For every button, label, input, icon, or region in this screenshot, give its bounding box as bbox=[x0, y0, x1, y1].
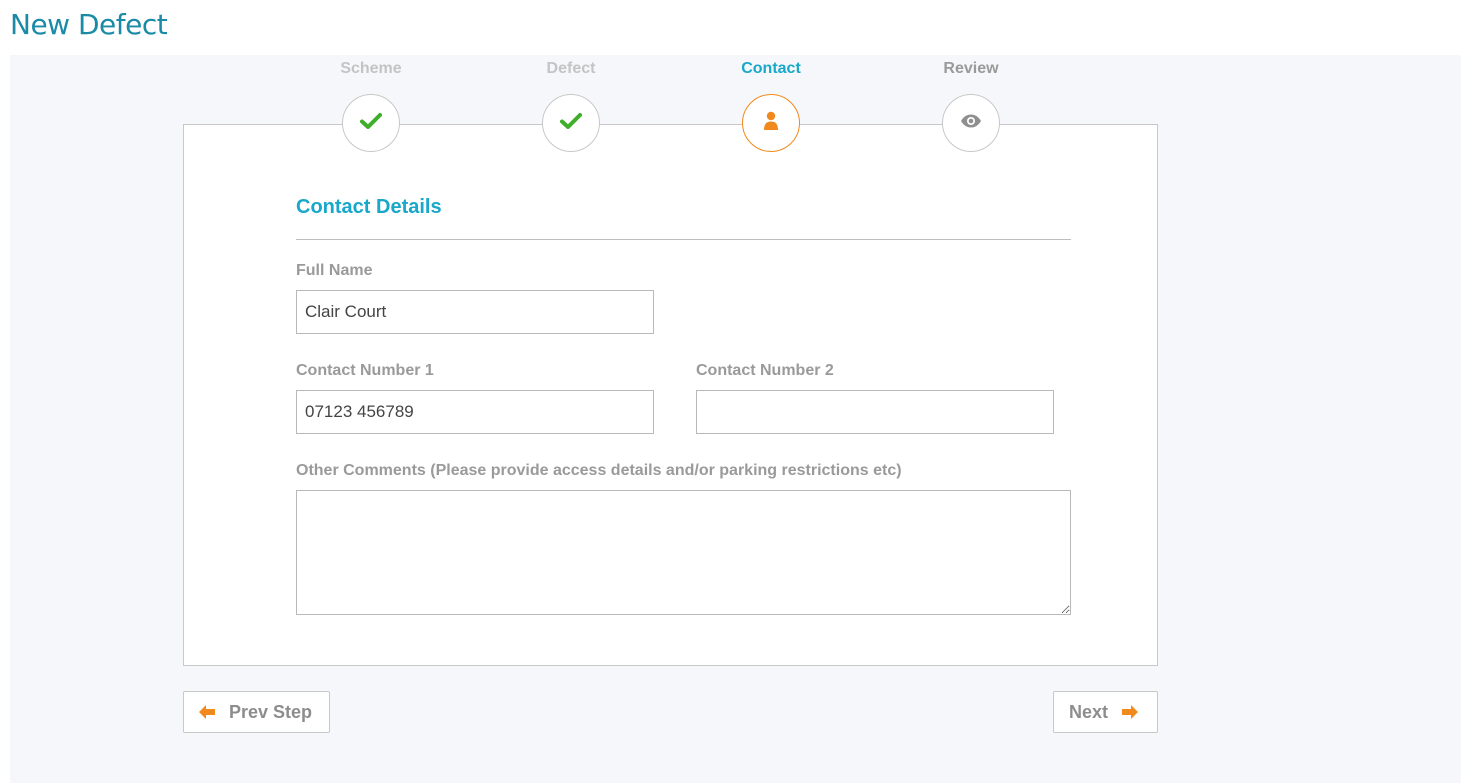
check-icon bbox=[560, 112, 582, 135]
step-label-defect[interactable]: Defect bbox=[501, 60, 641, 78]
comments-label: Other Comments (Please provide access de… bbox=[296, 462, 902, 479]
arrow-right-icon bbox=[1122, 705, 1139, 719]
step-review-button[interactable] bbox=[942, 94, 1000, 152]
page-title: New Defect bbox=[10, 8, 168, 41]
step-label-scheme[interactable]: Scheme bbox=[301, 60, 441, 78]
section-title: Contact Details bbox=[296, 196, 442, 218]
divider bbox=[296, 239, 1071, 240]
step-contact-button[interactable] bbox=[742, 94, 800, 152]
next-button[interactable]: Next bbox=[1053, 691, 1158, 733]
prev-step-button[interactable]: Prev Step bbox=[183, 691, 330, 733]
user-icon bbox=[763, 111, 779, 136]
step-defect-button[interactable] bbox=[542, 94, 600, 152]
prev-step-label: Prev Step bbox=[229, 701, 313, 722]
contact-number-2-label: Contact Number 2 bbox=[696, 362, 834, 379]
step-scheme-button[interactable] bbox=[342, 94, 400, 152]
contact-number-1-input[interactable] bbox=[296, 390, 654, 434]
full-name-input[interactable] bbox=[296, 290, 654, 334]
full-name-label: Full Name bbox=[296, 262, 373, 279]
contact-number-2-input[interactable] bbox=[696, 390, 1054, 434]
eye-icon bbox=[960, 114, 982, 133]
contact-number-1-label: Contact Number 1 bbox=[296, 362, 434, 379]
arrow-left-icon bbox=[199, 705, 215, 719]
check-icon bbox=[360, 112, 382, 135]
step-label-contact[interactable]: Contact bbox=[701, 60, 841, 78]
next-label: Next bbox=[1069, 701, 1109, 722]
step-label-review[interactable]: Review bbox=[901, 60, 1041, 78]
comments-textarea[interactable] bbox=[296, 490, 1071, 615]
